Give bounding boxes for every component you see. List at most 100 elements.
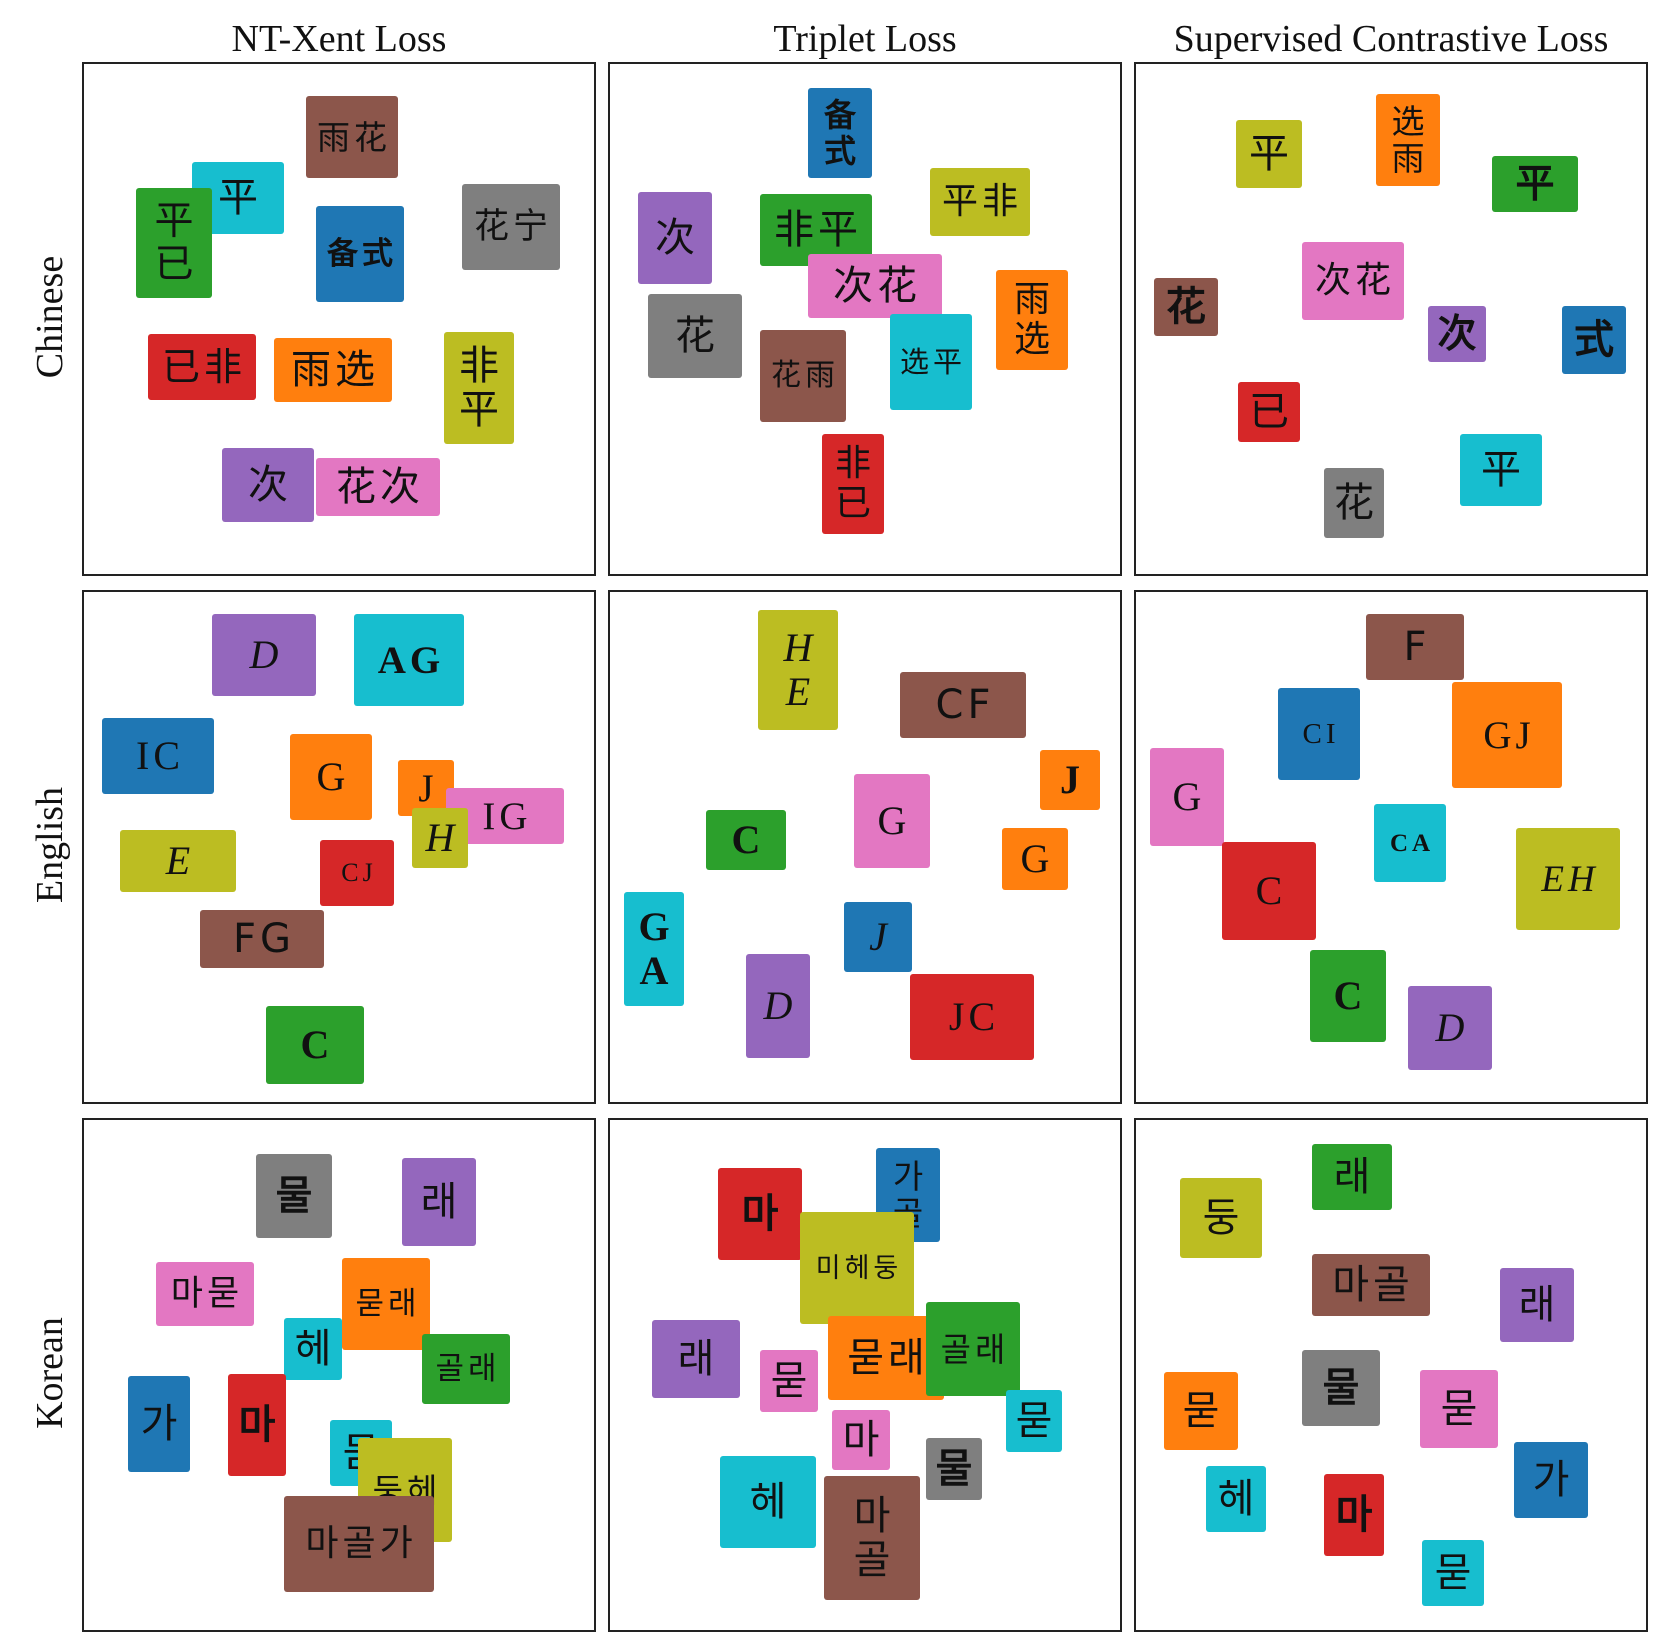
- glyph-label: 平: [218, 175, 258, 221]
- glyph-label: 备: [327, 235, 358, 272]
- glyph-label: 묻: [770, 1358, 808, 1404]
- glyph-label: 选: [335, 347, 375, 393]
- embedding-cluster-red: C: [1222, 842, 1316, 940]
- glyph-label: 非: [982, 181, 1019, 222]
- embedding-cluster-green: 래: [1312, 1144, 1392, 1210]
- glyph-label: 次: [380, 464, 420, 510]
- glyph-label: J: [418, 766, 434, 810]
- glyph-label: 가: [1532, 1457, 1570, 1503]
- glyph-label: C: [341, 858, 359, 887]
- embedding-cluster-purple: 次: [222, 448, 314, 522]
- embedding-cluster-cyan: 헤: [284, 1318, 342, 1380]
- glyph-label: 雨: [1013, 279, 1050, 320]
- embedding-cluster-cyan: CA: [1374, 804, 1446, 882]
- embedding-cluster-blue: CI: [1278, 688, 1360, 780]
- embedding-cluster-olive: H: [412, 808, 468, 868]
- glyph-label: 平: [459, 387, 499, 433]
- glyph-label: C: [153, 733, 180, 778]
- glyph-label: 花: [1166, 284, 1206, 330]
- glyph-label: 平: [1249, 131, 1289, 177]
- glyph-label: 平: [1515, 161, 1555, 207]
- glyph-label: G: [409, 638, 441, 682]
- embedding-cluster-purple: D: [212, 614, 316, 696]
- embedding-cluster-olive: 平非: [930, 168, 1030, 236]
- glyph-label: 미: [815, 1252, 841, 1284]
- glyph-label: F: [967, 682, 991, 728]
- glyph-label: A: [639, 948, 669, 993]
- glyph-label: H: [1567, 858, 1595, 900]
- glyph-label: 골: [435, 1350, 464, 1387]
- glyph-label: 已: [834, 483, 871, 524]
- embedding-cluster-blue: 가: [128, 1376, 190, 1472]
- embedding-cluster-red: 非已: [822, 434, 884, 534]
- panel-korean-triplet: 마가골미헤둥래묻묻래골래묻마물헤마골: [608, 1118, 1122, 1632]
- glyph-label: 래: [888, 1335, 925, 1381]
- glyph-label: 골: [940, 1329, 971, 1369]
- embedding-cluster-pink: G: [854, 774, 930, 868]
- row-label-chinese: Chinese: [29, 255, 71, 379]
- glyph-label: 마: [1332, 1262, 1369, 1308]
- glyph-label: G: [638, 904, 670, 949]
- glyph-label: 헤: [749, 1479, 787, 1525]
- embedding-cluster-red: 已非: [148, 334, 256, 400]
- embedding-cluster-orange: G: [290, 734, 372, 820]
- glyph-label: I: [1325, 717, 1336, 750]
- glyph-label: 래: [975, 1329, 1006, 1369]
- embedding-cluster-brown: 마골가: [284, 1496, 434, 1592]
- glyph-label: 非: [834, 443, 871, 484]
- embedding-cluster-orange: 雨选: [996, 270, 1068, 370]
- embedding-cluster-blue: 式: [1562, 306, 1626, 374]
- embedding-cluster-orange: J: [1040, 750, 1100, 810]
- glyph-label: 마: [238, 1402, 276, 1448]
- glyph-label: 래: [388, 1285, 417, 1322]
- glyph-label: C: [1302, 717, 1322, 750]
- panel-korean-supcon: 둥래마골래묻물묻가헤마묻: [1134, 1118, 1648, 1632]
- glyph-label: 물: [935, 1446, 973, 1492]
- embedding-cluster-blue: IC: [102, 718, 214, 794]
- column-title-nt-xent: NT-Xent Loss: [231, 18, 447, 60]
- glyph-label: 雨: [291, 347, 331, 393]
- embedding-cluster-red: 마: [1324, 1474, 1384, 1556]
- glyph-label: H: [783, 625, 813, 670]
- embedding-cluster-pink: 次花: [1302, 242, 1404, 320]
- glyph-label: 雨: [805, 358, 835, 393]
- glyph-label: 花: [1334, 480, 1374, 526]
- glyph-label: 마: [853, 1493, 891, 1539]
- embedding-cluster-cyan: 选平: [890, 314, 972, 410]
- embedding-cluster-gray: 물: [1302, 1350, 1380, 1426]
- glyph-label: 次: [248, 462, 288, 508]
- glyph-label: 花: [473, 206, 509, 247]
- embedding-cluster-green: 平已: [136, 188, 212, 298]
- glyph-label: 花: [336, 464, 376, 510]
- glyph-label: 雨: [1391, 139, 1425, 178]
- glyph-label: C: [1333, 973, 1363, 1018]
- embedding-cluster-red: 마: [718, 1168, 802, 1260]
- embedding-cluster-cyan: GA: [624, 892, 684, 1006]
- embedding-cluster-purple: D: [1408, 986, 1492, 1070]
- glyph-label: 选: [1391, 102, 1425, 141]
- glyph-label: 래: [1518, 1282, 1556, 1328]
- embedding-cluster-brown: 雨花: [306, 96, 398, 178]
- embedding-cluster-cyan: 묻: [1422, 1540, 1484, 1606]
- embedding-cluster-olive: 平: [1236, 120, 1302, 188]
- glyph-label: 花: [1355, 260, 1392, 301]
- glyph-label: 골: [853, 1537, 891, 1583]
- glyph-label: 묻: [1434, 1550, 1472, 1596]
- glyph-label: 非: [459, 343, 499, 389]
- glyph-label: 헤: [844, 1252, 870, 1284]
- glyph-label: 헤: [1217, 1476, 1255, 1522]
- panel-chinese-triplet: 备式平非次非平次花雨选花花雨选平非已: [608, 62, 1122, 576]
- glyph-label: C: [935, 682, 964, 728]
- glyph-label: 가: [379, 1523, 413, 1564]
- glyph-label: A: [377, 638, 406, 682]
- glyph-label: 式: [1574, 317, 1614, 363]
- row-label-korean: Korean: [29, 1317, 71, 1429]
- glyph-label: E: [165, 838, 191, 883]
- glyph-label: E: [1541, 858, 1564, 900]
- glyph-label: C: [1389, 829, 1408, 857]
- glyph-label: 花: [771, 358, 801, 393]
- glyph-label: 已: [154, 242, 194, 287]
- embedding-cluster-orange: 选雨: [1376, 94, 1440, 186]
- embedding-cluster-pink: G: [1150, 748, 1224, 846]
- glyph-label: 마: [1335, 1492, 1373, 1538]
